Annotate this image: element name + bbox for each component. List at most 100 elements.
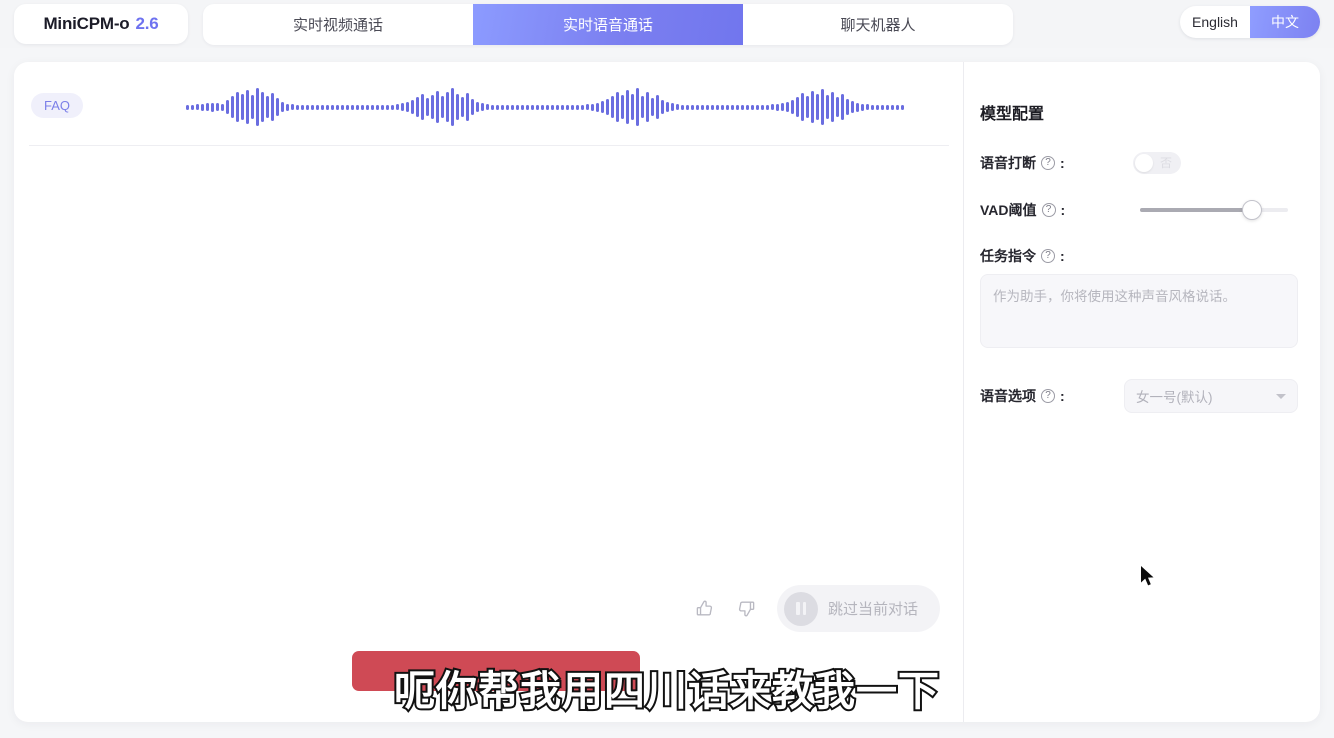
- waveform-bar: [856, 102, 859, 112]
- waveform-bar: [781, 103, 784, 111]
- waveform-bar: [411, 100, 414, 114]
- waveform-bar: [731, 104, 734, 110]
- language-option-chinese[interactable]: 中文: [1250, 6, 1320, 38]
- brand-logo: MiniCPM-o 2.6: [14, 4, 188, 44]
- slider-thumb[interactable]: [1242, 200, 1263, 220]
- brand-name: MiniCPM-o: [43, 14, 130, 33]
- waveform-bar: [836, 97, 839, 117]
- waveform-bar: [661, 100, 664, 114]
- waveform-bar: [321, 104, 324, 110]
- waveform-bar: [601, 101, 604, 113]
- task-instruction-block: 任务指令 ? :: [980, 246, 1298, 353]
- waveform-bar: [341, 104, 344, 110]
- tab-voice-call[interactable]: 实时语音通话: [473, 4, 743, 45]
- waveform-bar: [261, 92, 264, 122]
- voice-option-row: 语音选项 ? : 女一号(默认): [980, 379, 1298, 413]
- waveform-bar: [541, 104, 544, 110]
- waveform-bar: [186, 104, 189, 110]
- waveform-bar: [511, 104, 514, 110]
- waveform-bar: [451, 88, 454, 126]
- skip-button-label: 跳过当前对话: [828, 601, 919, 618]
- skip-current-dialog-button[interactable]: 跳过当前对话: [777, 585, 941, 632]
- waveform-bar: [826, 95, 829, 119]
- app-header: MiniCPM-o 2.6 实时视频通话 实时语音通话 聊天机器人 Englis…: [0, 0, 1334, 48]
- waveform-bar: [561, 104, 564, 110]
- waveform-bar: [486, 104, 489, 110]
- waveform-bar: [241, 94, 244, 120]
- voice-interrupt-toggle[interactable]: 否: [1133, 152, 1181, 174]
- waveform-bar: [551, 104, 554, 110]
- voice-option-label: 语音选项 ? :: [980, 386, 1065, 406]
- waveform-bar: [481, 103, 484, 111]
- voice-option-select[interactable]: 女一号(默认): [1124, 379, 1298, 413]
- conversation-pane: FAQ 跳过当前对话: [14, 62, 963, 722]
- vad-threshold-slider[interactable]: [1140, 200, 1288, 220]
- waveform-bar: [201, 103, 204, 111]
- waveform-bar: [526, 104, 529, 110]
- waveform-bar: [206, 103, 209, 111]
- waveform-bar: [671, 103, 674, 111]
- voice-option-colon: :: [1060, 388, 1065, 404]
- waveform-bar: [286, 103, 289, 111]
- waveform-bar: [421, 94, 424, 120]
- chevron-down-icon: [1276, 393, 1286, 399]
- waveform-bar: [586, 104, 589, 110]
- language-toggle: English 中文: [1180, 6, 1320, 38]
- help-icon[interactable]: ?: [1041, 203, 1056, 217]
- waveform-bar: [566, 104, 569, 110]
- waveform-bar: [476, 102, 479, 112]
- waveform-bar: [231, 96, 234, 118]
- waveform-bar: [636, 88, 639, 126]
- task-instruction-input[interactable]: [980, 274, 1298, 348]
- tab-chatbot[interactable]: 聊天机器人: [743, 4, 1013, 45]
- waveform-bar: [266, 96, 269, 118]
- waveform-bar: [841, 94, 844, 120]
- waveform-bar: [741, 104, 744, 110]
- toggle-value: 否: [1159, 156, 1172, 170]
- pause-icon: [784, 591, 818, 626]
- waveform-bar: [496, 104, 499, 110]
- faq-button[interactable]: FAQ: [31, 93, 84, 118]
- vad-threshold-label-text: VAD阈值: [980, 202, 1037, 218]
- waveform-bar: [191, 104, 194, 110]
- task-instruction-colon: :: [1060, 248, 1065, 264]
- waveform-bar: [646, 92, 649, 122]
- waveform-bar: [536, 104, 539, 110]
- thumbs-up-icon[interactable]: [687, 592, 721, 626]
- waveform-bar: [326, 104, 329, 110]
- waveform-bar: [886, 104, 889, 110]
- waveform-bar: [516, 104, 519, 110]
- thumbs-down-icon[interactable]: [729, 592, 763, 626]
- waveform-bar: [866, 104, 869, 110]
- help-icon[interactable]: ?: [1041, 156, 1055, 170]
- waveform-bar: [346, 104, 349, 110]
- waveform-bar: [371, 104, 374, 110]
- waveform-bar: [251, 95, 254, 119]
- waveform-bar: [656, 95, 659, 119]
- help-icon[interactable]: ?: [1041, 389, 1055, 403]
- waveform-bar: [571, 104, 574, 110]
- waveform-bar: [651, 98, 654, 116]
- waveform-bar: [761, 104, 764, 110]
- waveform-bar: [556, 104, 559, 110]
- waveform-bar: [771, 104, 774, 110]
- waveform-bar: [276, 98, 279, 116]
- waveform-bar: [596, 102, 599, 112]
- app-root: MiniCPM-o 2.6 实时视频通话 实时语音通话 聊天机器人 Englis…: [0, 0, 1334, 738]
- waveform-bar: [301, 104, 304, 110]
- waveform-bar: [471, 99, 474, 115]
- language-option-english[interactable]: English: [1180, 6, 1250, 38]
- voice-interrupt-label: 语音打断 ? :: [980, 153, 1065, 173]
- waveform-bar: [676, 104, 679, 110]
- waveform-bar: [391, 104, 394, 110]
- waveform-bar: [831, 92, 834, 122]
- tab-video-call[interactable]: 实时视频通话: [203, 4, 473, 45]
- waveform-bar: [801, 93, 804, 121]
- waveform-bar: [216, 103, 219, 111]
- waveform-bar: [701, 104, 704, 110]
- waveform-bar: [736, 104, 739, 110]
- waveform-bar: [626, 90, 629, 124]
- waveform-bar: [546, 104, 549, 110]
- waveform-bar: [356, 104, 359, 110]
- help-icon[interactable]: ?: [1041, 249, 1055, 263]
